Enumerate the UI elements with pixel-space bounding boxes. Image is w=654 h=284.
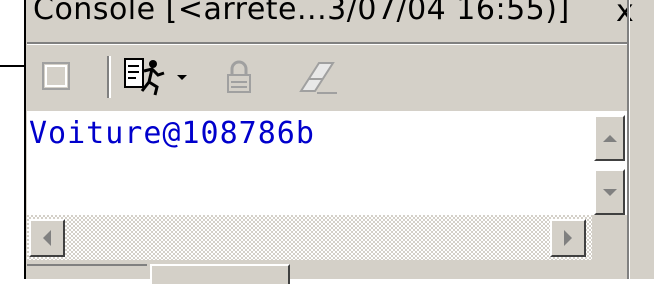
- run-button[interactable]: [121, 52, 171, 102]
- tab[interactable]: [27, 264, 147, 284]
- running-man-icon: [124, 58, 165, 96]
- eraser-icon: [299, 62, 337, 94]
- horizontal-scrollbar[interactable]: [27, 215, 592, 260]
- connector-line: [0, 65, 25, 67]
- arrow-up-icon: [602, 134, 617, 142]
- tab-console[interactable]: [150, 264, 290, 284]
- scroll-lock-button[interactable]: [217, 52, 261, 102]
- scroll-up-button[interactable]: [594, 115, 625, 161]
- view-tabs: [27, 262, 627, 284]
- close-icon[interactable]: x: [616, 0, 634, 29]
- clear-console-button[interactable]: [289, 52, 349, 102]
- arrow-down-icon: [602, 188, 617, 196]
- terminate-button[interactable]: [35, 52, 79, 102]
- lock-icon: [227, 60, 251, 93]
- dropdown-arrow-icon: [177, 75, 187, 80]
- scroll-right-button[interactable]: [550, 219, 586, 257]
- scrollbar-corner: [592, 215, 627, 260]
- right-border-highlight: [629, 0, 630, 279]
- view-title-bar[interactable]: Console [<arrete...3/07/04 16:55)] x: [27, 0, 634, 42]
- console-toolbar: [27, 46, 627, 108]
- stop-square-icon: [42, 62, 70, 90]
- console-output-line: Voiture@108786b: [29, 116, 315, 151]
- scroll-down-button[interactable]: [594, 169, 625, 215]
- arrow-left-icon: [43, 230, 51, 246]
- run-menu-button[interactable]: [171, 52, 193, 102]
- vertical-scrollbar[interactable]: [592, 111, 627, 215]
- title-separator-highlight: [27, 44, 627, 45]
- scroll-left-button[interactable]: [29, 219, 65, 257]
- view-title: Console [<arrete...3/07/04 16:55)]: [33, 0, 570, 27]
- toolbar-separator: [107, 56, 109, 98]
- arrow-right-icon: [564, 230, 572, 246]
- console-output[interactable]: Voiture@108786b: [27, 111, 592, 215]
